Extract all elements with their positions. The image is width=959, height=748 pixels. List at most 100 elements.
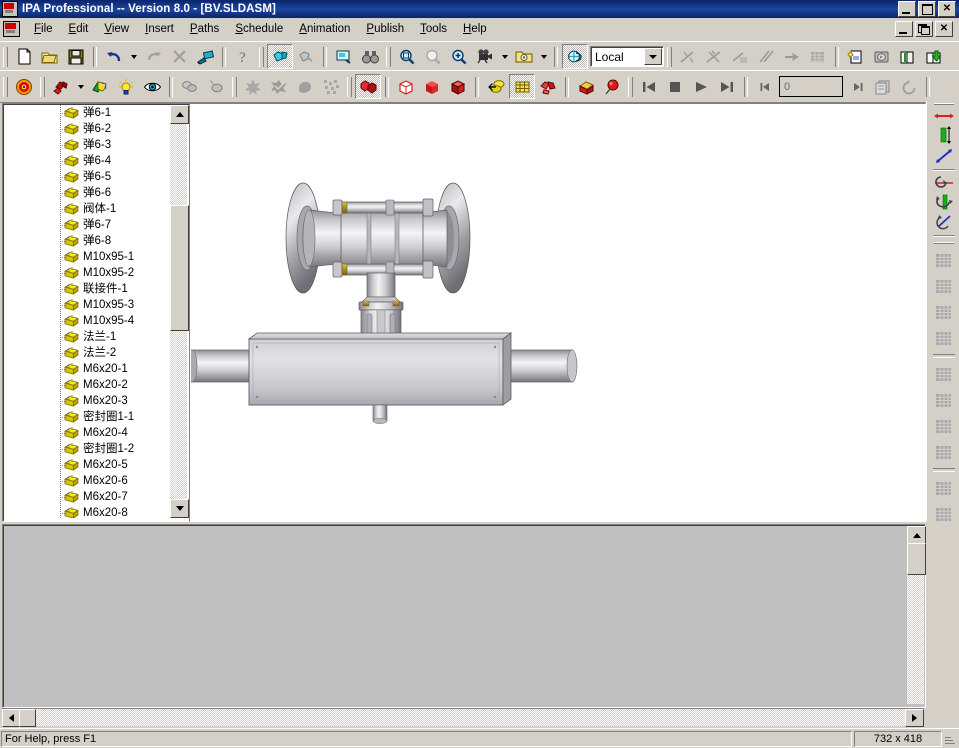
menu-item-insert[interactable]: Insert — [137, 21, 182, 37]
visibility-button[interactable] — [139, 74, 165, 99]
tree-scroll-up-button[interactable] — [170, 105, 189, 124]
binoculars-button[interactable] — [357, 44, 383, 69]
screen-capture-button[interactable] — [331, 44, 357, 69]
view-folder-dropdown-arrow[interactable] — [537, 44, 550, 69]
grid-tool-9-button[interactable] — [930, 475, 958, 501]
timeline-scrollbar[interactable] — [907, 526, 926, 704]
loop-button[interactable] — [896, 74, 922, 99]
tree-item[interactable]: M6x20-4 — [4, 425, 170, 441]
tree-item[interactable]: 弹6-5 — [4, 169, 170, 185]
path-tool-2-button[interactable] — [701, 44, 727, 69]
tree-item[interactable]: M6x20-6 — [4, 473, 170, 489]
toolbar-grip[interactable] — [40, 76, 45, 97]
shaded-edges-button[interactable] — [445, 74, 471, 99]
save-file-button[interactable] — [63, 44, 89, 69]
sparse-tool-1-button[interactable] — [240, 74, 266, 99]
mdi-close-button[interactable]: ✕ — [935, 21, 953, 37]
target-origin-button[interactable] — [11, 74, 37, 99]
minimize-button[interactable] — [898, 1, 916, 17]
paint-roller-button[interactable] — [192, 44, 218, 69]
maximize-button[interactable] — [918, 1, 936, 17]
assembly-view-button[interactable] — [355, 74, 381, 99]
grid-tool-5-button[interactable] — [930, 361, 958, 387]
go-to-end-button[interactable] — [714, 74, 740, 99]
go-to-start-button[interactable] — [636, 74, 662, 99]
new-file-button[interactable] — [11, 44, 37, 69]
toolbar-grip[interactable] — [628, 76, 633, 97]
path-tool-1-button[interactable] — [675, 44, 701, 69]
tree-item[interactable]: 弹6-2 — [4, 121, 170, 137]
scatter-button[interactable] — [535, 74, 561, 99]
menu-item-help[interactable]: Help — [455, 21, 495, 37]
ungroup-button[interactable] — [203, 74, 229, 99]
translate-y-button[interactable] — [930, 124, 958, 146]
tree-scroll-down-button[interactable] — [170, 499, 189, 518]
cad-render-surface[interactable] — [191, 105, 924, 520]
toolbar-grip[interactable] — [347, 76, 352, 97]
translate-x-button[interactable] — [930, 108, 958, 124]
chevron-down-icon[interactable] — [644, 48, 662, 65]
tree-item[interactable]: 联接件-1 — [4, 281, 170, 297]
undo-button[interactable] — [101, 44, 127, 69]
close-button[interactable]: ✕ — [938, 1, 956, 17]
tree-item[interactable]: 法兰-2 — [4, 345, 170, 361]
tree-scroll-thumb[interactable] — [170, 205, 189, 331]
tree-item[interactable]: 弹6-3 — [4, 137, 170, 153]
grid-tool-4-button[interactable] — [930, 325, 958, 351]
tree-item[interactable]: M6x20-5 — [4, 457, 170, 473]
tree-item[interactable]: M10x95-4 — [4, 313, 170, 329]
tree-item[interactable]: 法兰-1 — [4, 329, 170, 345]
appearance-button[interactable] — [87, 74, 113, 99]
menu-item-paths[interactable]: Paths — [182, 21, 227, 37]
zoom-area-button[interactable] — [394, 44, 420, 69]
path-tool-3-button[interactable] — [727, 44, 753, 69]
sparse-tool-4-button[interactable] — [318, 74, 344, 99]
menu-item-publish[interactable]: Publish — [358, 21, 412, 37]
menu-item-tools[interactable]: Tools — [412, 21, 455, 37]
wireframe-button[interactable] — [393, 74, 419, 99]
delete-button[interactable] — [166, 44, 192, 69]
open-folder-button[interactable] — [37, 44, 63, 69]
record-frame-button[interactable] — [870, 74, 896, 99]
explode-button[interactable] — [48, 74, 74, 99]
redo-button[interactable] — [140, 44, 166, 69]
ipa-document-icon[interactable] — [3, 21, 20, 37]
view-folder-button[interactable] — [511, 44, 537, 69]
resize-grip[interactable] — [943, 731, 957, 747]
group-button[interactable] — [177, 74, 203, 99]
toolbar-grip[interactable] — [232, 76, 237, 97]
toolbar-grip[interactable] — [259, 46, 264, 67]
menu-item-file[interactable]: FFileile — [26, 21, 61, 37]
hscroll-right-button[interactable] — [905, 709, 924, 727]
rotate-x-button[interactable] — [930, 174, 958, 192]
assembly-tree-panel[interactable]: 弹6-1 弹6-2 弹6-3 弹6-4 弹6-5 弹6-6 阀体-1 弹6-7 弹6-8 M10x… — [2, 103, 190, 522]
camera-dropdown-arrow[interactable] — [498, 44, 511, 69]
stop-button[interactable] — [662, 74, 688, 99]
cad-3d-viewport[interactable] — [189, 103, 926, 522]
rotate-y-button[interactable] — [930, 192, 958, 212]
sparse-tool-2-button[interactable] — [266, 74, 292, 99]
path-tool-6-button[interactable] — [805, 44, 831, 69]
tree-item[interactable]: M10x95-3 — [4, 297, 170, 313]
grid-tool-8-button[interactable] — [930, 439, 958, 465]
toolbar-grip[interactable] — [3, 76, 8, 97]
menu-item-edit[interactable]: Edit — [61, 21, 97, 37]
timeline-scroll-thumb[interactable] — [907, 543, 926, 575]
open-book-button[interactable] — [895, 44, 921, 69]
undo-dropdown-arrow[interactable] — [127, 44, 140, 69]
new-publication-button[interactable] — [843, 44, 869, 69]
select-parts-button[interactable] — [267, 44, 293, 69]
tree-item[interactable]: M10x95-2 — [4, 265, 170, 281]
toolbar-grip[interactable] — [386, 46, 391, 67]
tree-item[interactable]: 弹6-8 — [4, 233, 170, 249]
timeline-hscrollbar[interactable] — [2, 708, 924, 727]
toolbar-grip[interactable] — [933, 103, 954, 105]
tree-item[interactable]: M6x20-7 — [4, 489, 170, 505]
step-back-button[interactable] — [752, 74, 778, 99]
open-box-button[interactable] — [573, 74, 599, 99]
zoom-out-button[interactable] — [420, 44, 446, 69]
mdi-restore-button[interactable] — [915, 21, 933, 37]
schedule-timeline-panel[interactable] — [2, 524, 926, 708]
tree-item[interactable]: 密封圈1-1 — [4, 409, 170, 425]
tree-item[interactable]: M6x20-2 — [4, 377, 170, 393]
